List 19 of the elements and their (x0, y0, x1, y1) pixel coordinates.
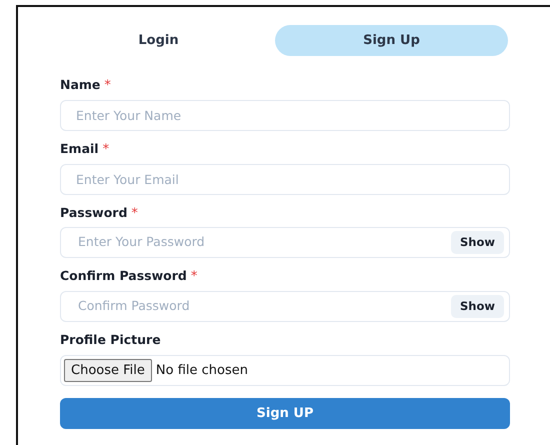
show-button[interactable]: Show (451, 294, 504, 318)
field-label: Password (60, 204, 128, 222)
required-mark: * (104, 77, 111, 95)
file-input[interactable]: Choose File No file chosen (60, 354, 510, 386)
field-label: Name (60, 76, 100, 94)
input-field[interactable]: Enter Your Password Show (60, 227, 510, 258)
required-mark: * (190, 268, 198, 286)
tab[interactable]: Sign Up (275, 25, 508, 56)
field-label: Confirm Password (60, 267, 187, 286)
input-field[interactable]: Enter Your Email (60, 164, 510, 194)
field-label: Email (60, 140, 99, 158)
required-mark: * (102, 140, 110, 159)
input-field[interactable]: Confirm Password Show (60, 291, 510, 322)
show-button[interactable]: Show (451, 231, 504, 254)
sign-up-button[interactable]: Sign UP (60, 398, 510, 429)
field-label: Profile Picture (60, 331, 161, 349)
input-field[interactable]: Enter Your Name (60, 100, 510, 131)
required-mark: * (131, 204, 138, 222)
tab[interactable]: Login (42, 25, 275, 56)
